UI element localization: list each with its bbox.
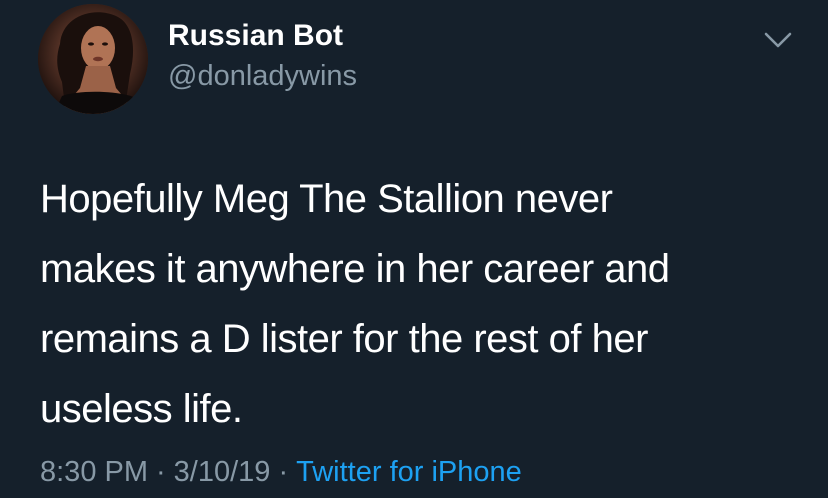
user-handle[interactable]: @donladywins	[168, 58, 357, 94]
meta-separator: ·	[278, 456, 289, 488]
tweet-time[interactable]: 8:30 PM	[40, 456, 148, 488]
tweet-date[interactable]: 3/10/19	[174, 456, 271, 488]
tweet-text: Hopefully Meg The Stallion never makes i…	[40, 164, 780, 444]
tweet-text-line: remains a D lister for the rest of her	[40, 317, 648, 361]
display-name[interactable]: Russian Bot	[168, 18, 343, 54]
meta-separator: ·	[156, 456, 166, 488]
chevron-down-icon[interactable]	[762, 28, 794, 52]
tweet-card: Russian Bot @donladywins Hopefully Meg T…	[0, 0, 828, 498]
tweet-text-line: Hopefully Meg The Stallion never	[40, 177, 613, 221]
tweet-text-line: makes it anywhere in her career and	[40, 247, 670, 291]
tweet-source-link[interactable]: Twitter for iPhone	[296, 456, 522, 488]
avatar[interactable]	[38, 4, 148, 114]
tweet-metadata: 8:30 PM · 3/10/19 · Twitter for iPhone	[40, 454, 522, 490]
avatar-photo-icon	[38, 4, 148, 114]
tweet-text-line: useless life.	[40, 387, 243, 431]
